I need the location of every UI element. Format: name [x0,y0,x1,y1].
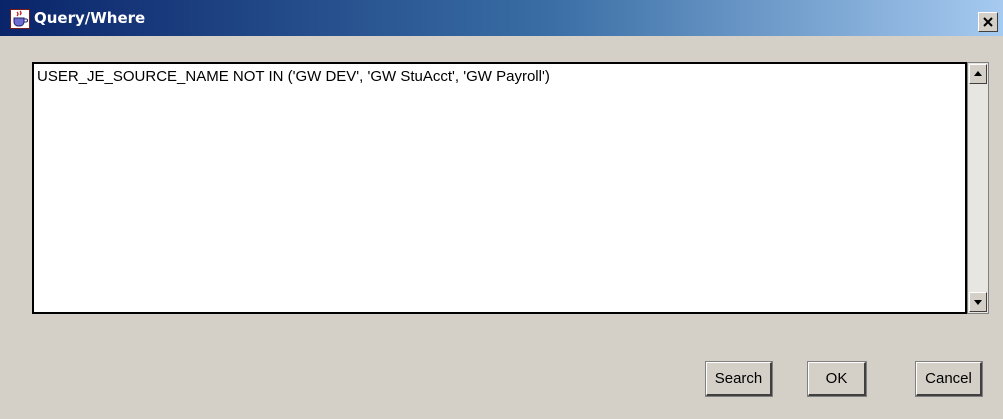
scroll-up-button[interactable] [969,64,987,84]
arrow-down-icon [974,300,982,305]
window-title: Query/Where [34,9,146,27]
cancel-button[interactable]: Cancel [915,361,983,397]
query-where-dialog: Query/Where USER_JE_SOURCE_NAME NOT IN (… [0,0,1003,419]
title-bar[interactable]: Query/Where [0,0,1003,36]
java-cup-icon [10,9,30,29]
arrow-up-icon [974,71,982,76]
ok-button[interactable]: OK [807,361,867,397]
scroll-down-button[interactable] [969,292,987,312]
vertical-scrollbar[interactable] [967,62,989,314]
close-button[interactable] [978,12,998,32]
search-button[interactable]: Search [705,361,773,397]
query-text: USER_JE_SOURCE_NAME NOT IN ('GW DEV', 'G… [37,68,550,85]
close-icon [983,17,993,27]
query-text-area[interactable]: USER_JE_SOURCE_NAME NOT IN ('GW DEV', 'G… [32,62,967,314]
